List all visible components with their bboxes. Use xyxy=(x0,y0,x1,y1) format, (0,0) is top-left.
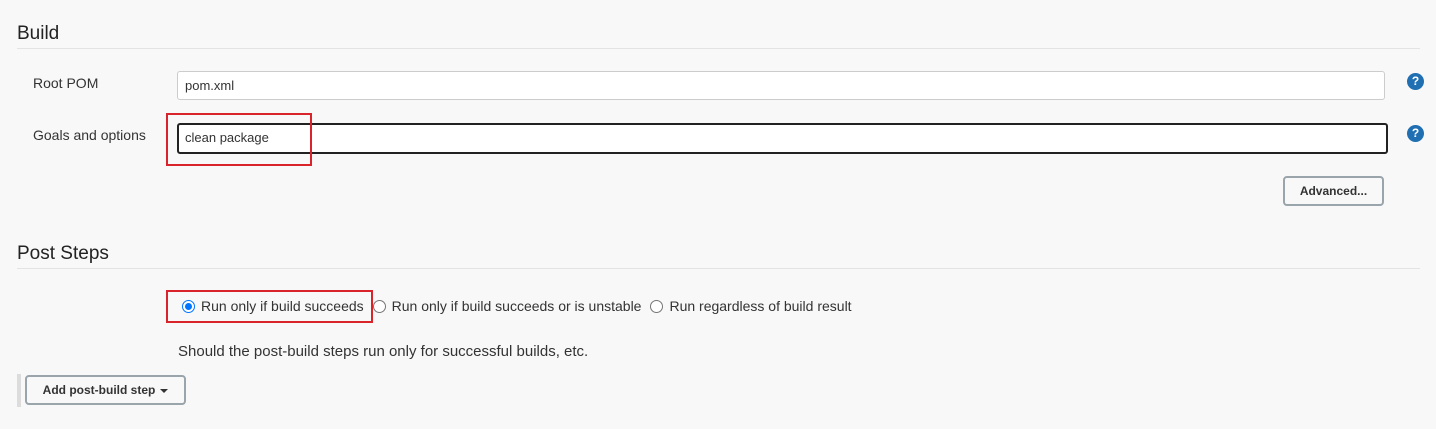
add-post-build-step-label: Add post-build step xyxy=(42,383,156,397)
radio-button-success[interactable] xyxy=(182,299,195,313)
build-section-title: Build xyxy=(17,23,60,44)
advanced-button[interactable]: Advanced... xyxy=(1283,176,1384,206)
radio-option-success[interactable]: Run only if build succeeds xyxy=(182,298,364,314)
goals-options-help-icon[interactable]: ? xyxy=(1407,125,1424,142)
radio-label-success-or-unstable: Run only if build succeeds or is unstabl… xyxy=(391,298,642,314)
build-section-divider xyxy=(17,48,1420,49)
root-pom-label: Root POM xyxy=(33,75,99,91)
post-steps-left-bar xyxy=(17,374,21,407)
root-pom-help-icon[interactable]: ? xyxy=(1407,73,1424,90)
goals-options-input[interactable]: clean package xyxy=(177,123,1388,154)
radio-button-success-or-unstable[interactable] xyxy=(372,299,386,313)
post-steps-section-title: Post Steps xyxy=(17,243,109,264)
post-steps-section-divider xyxy=(17,268,1420,269)
add-post-build-step-button[interactable]: Add post-build step xyxy=(25,375,186,405)
root-pom-input[interactable]: pom.xml xyxy=(177,71,1385,100)
radio-label-regardless: Run regardless of build result xyxy=(669,298,852,314)
radio-option-regardless[interactable]: Run regardless of build result xyxy=(650,298,852,314)
radio-button-regardless[interactable] xyxy=(650,299,664,313)
goals-options-label: Goals and options xyxy=(33,127,146,143)
radio-option-success-or-unstable[interactable]: Run only if build succeeds or is unstabl… xyxy=(372,298,642,314)
post-steps-radio-group: Run only if build succeeds Run only if b… xyxy=(182,296,860,316)
caret-down-icon xyxy=(160,388,169,393)
radio-label-success: Run only if build succeeds xyxy=(201,298,364,314)
post-steps-description: Should the post-build steps run only for… xyxy=(178,343,589,360)
